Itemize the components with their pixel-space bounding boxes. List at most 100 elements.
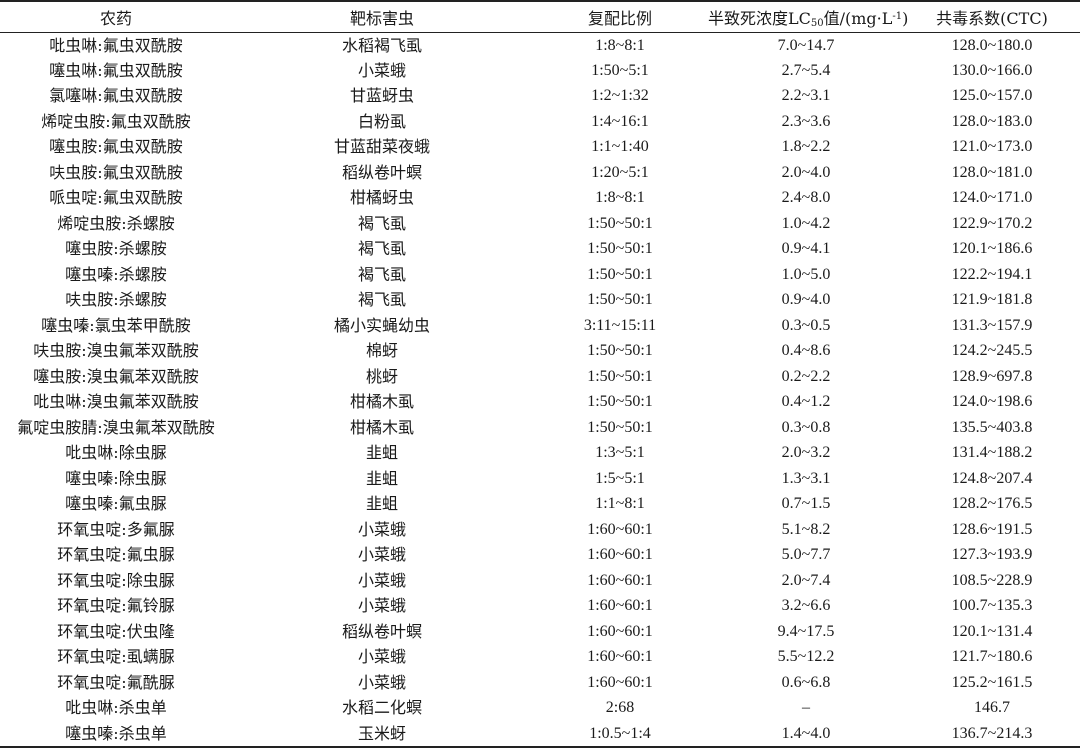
- cell-ratio: 1:0.5~1:4: [589, 724, 651, 742]
- cell-ctc: 128.0~183.0: [951, 112, 1033, 130]
- cell-pesticide: 噻虫嗪:氯虫苯甲酰胺: [41, 315, 191, 335]
- cell-target: 水稻二化螟: [341, 698, 422, 718]
- cell-ctc: 122.2~194.1: [951, 265, 1033, 283]
- table-row: 环氧虫啶:伏虫隆 稻纵卷叶螟 1:60~60:1 9.4~17.5 120.1~131.…: [0, 619, 1080, 645]
- table-body: 吡虫啉:氟虫双酰胺 水稻褐飞虱 1:8~8:1 7.0~14.7 128.0~180.0…: [0, 32, 1080, 747]
- cell-target: 桃蚜: [365, 366, 398, 386]
- cell-pesticide: 环氧虫啶:伏虫隆: [57, 621, 175, 641]
- cell-lc50: 1.0~5.0: [781, 265, 831, 283]
- cell-ratio: 3:11~15:11: [583, 316, 657, 334]
- cell-ctc: 124.0~198.6: [951, 393, 1033, 411]
- cell-pesticide: 氟啶虫胺腈:溴虫氟苯双酰胺: [17, 417, 215, 437]
- cell-target: 小菜蛾: [357, 596, 406, 616]
- cell-ctc: 128.9~697.8: [951, 367, 1033, 385]
- cell-ratio: 1:50~50:1: [587, 342, 653, 360]
- table-row: 烯啶虫胺:杀螺胺 褐飞虱 1:50~50:1 1.0~4.2 122.9~170.2: [0, 211, 1080, 237]
- cell-target: 稻纵卷叶螟: [341, 621, 422, 641]
- cell-pesticide: 吡虫啉:杀虫单: [65, 698, 167, 718]
- table-row: 噻虫嗪:除虫脲 韭蛆 1:5~5:1 1.3~3.1 124.8~207.4: [0, 466, 1080, 492]
- cell-lc50: 9.4~17.5: [777, 622, 835, 640]
- cell-lc50: 0.2~2.2: [781, 367, 831, 385]
- header-ctc: 共毒系数(CTC): [936, 8, 1048, 28]
- cell-pesticide: 环氧虫啶:氟虫脲: [57, 545, 175, 565]
- table-row: 呋虫胺:氟虫双酰胺 稻纵卷叶螟 1:20~5:1 2.0~4.0 128.0~181.0: [0, 160, 1080, 186]
- header-pesticide: 农药: [99, 8, 132, 28]
- cell-ctc: 131.3~157.9: [951, 316, 1033, 334]
- cell-ctc: 128.0~180.0: [951, 36, 1033, 54]
- cell-lc50: 3.2~6.6: [781, 597, 831, 615]
- cell-pesticide: 呋虫胺:杀螺胺: [65, 290, 167, 310]
- cell-target: 褐飞虱: [357, 290, 406, 310]
- table-row: 噻虫胺:氟虫双酰胺 甘蓝甜菜夜蛾 1:1~1:40 1.8~2.2 121.0~173.…: [0, 134, 1080, 160]
- cell-target: 稻纵卷叶螟: [341, 162, 422, 182]
- cell-lc50: 2.0~7.4: [781, 571, 831, 589]
- cell-ctc: 120.1~131.4: [951, 622, 1033, 640]
- cell-lc50: 0.9~4.1: [781, 240, 831, 258]
- cell-target: 褐飞虱: [357, 264, 406, 284]
- cell-lc50: 2.3~3.6: [781, 112, 831, 130]
- cell-pesticide: 烯啶虫胺:杀螺胺: [57, 213, 175, 233]
- cell-ctc: 128.6~191.5: [951, 520, 1033, 538]
- cell-pesticide: 噻虫胺:杀螺胺: [65, 239, 167, 259]
- table-row: 噻虫嗪:氯虫苯甲酰胺 橘小实蝇幼虫 3:11~15:11 0.3~0.5 131.3~1…: [0, 313, 1080, 339]
- cell-ratio: 1:50~50:1: [587, 240, 653, 258]
- table-row: 呋虫胺:杀螺胺 褐飞虱 1:50~50:1 0.9~4.0 121.9~181.8: [0, 287, 1080, 313]
- table-row: 吡虫啉:氟虫双酰胺 水稻褐飞虱 1:8~8:1 7.0~14.7 128.0~180.0: [0, 32, 1080, 58]
- cell-lc50: 1.0~4.2: [781, 214, 831, 232]
- cell-target: 白粉虱: [357, 111, 406, 131]
- cell-ratio: 1:50~5:1: [591, 61, 649, 79]
- cell-ratio: 1:8~8:1: [595, 189, 645, 207]
- cell-ratio: 1:1~8:1: [595, 495, 645, 513]
- cell-pesticide: 吡虫啉:溴虫氟苯双酰胺: [33, 392, 199, 412]
- cell-target: 韭蛆: [365, 443, 398, 463]
- cell-ratio: 1:50~50:1: [587, 291, 653, 309]
- cell-ctc: 131.4~188.2: [951, 444, 1033, 462]
- cell-ratio: 1:4~16:1: [591, 112, 649, 130]
- cell-pesticide: 环氧虫啶:除虫脲: [57, 570, 175, 590]
- cell-lc50: 2.2~3.1: [781, 87, 831, 105]
- table-row: 烯啶虫胺:氟虫双酰胺 白粉虱 1:4~16:1 2.3~3.6 128.0~183.0: [0, 109, 1080, 135]
- cell-ctc: 124.0~171.0: [951, 189, 1033, 207]
- cell-ctc: 125.2~161.5: [951, 673, 1033, 691]
- cell-ratio: 1:20~5:1: [591, 163, 649, 181]
- table-row: 环氧虫啶:氟虫脲 小菜蛾 1:60~60:1 5.0~7.7 127.3~193.9: [0, 542, 1080, 568]
- cell-ctc: 146.7: [974, 699, 1010, 717]
- table-row: 噻虫嗪:氟虫脲 韭蛆 1:1~8:1 0.7~1.5 128.2~176.5: [0, 491, 1080, 517]
- cell-ratio: 1:60~60:1: [587, 571, 653, 589]
- cell-ctc: 128.2~176.5: [951, 495, 1033, 513]
- table-row: 氟啶虫胺腈:溴虫氟苯双酰胺 柑橘木虱 1:50~50:1 0.3~0.8 135.5~4…: [0, 415, 1080, 441]
- cell-ratio: 1:2~1:32: [591, 87, 649, 105]
- header-ratio: 复配比例: [587, 8, 652, 28]
- cell-pesticide: 噻虫嗪:氟虫脲: [65, 494, 167, 514]
- cell-lc50: –: [802, 699, 810, 717]
- cell-lc50: 0.9~4.0: [781, 291, 831, 309]
- cell-ratio: 1:3~5:1: [595, 444, 645, 462]
- cell-lc50: 1.8~2.2: [781, 138, 831, 156]
- table-row: 吡虫啉:除虫脲 韭蛆 1:3~5:1 2.0~3.2 131.4~188.2: [0, 440, 1080, 466]
- table-row: 呋虫胺:溴虫氟苯双酰胺 棉蚜 1:50~50:1 0.4~8.6 124.2~245.5: [0, 338, 1080, 364]
- cell-pesticide: 呋虫胺:氟虫双酰胺: [49, 162, 183, 182]
- cell-ratio: 1:50~50:1: [587, 393, 653, 411]
- cell-pesticide: 噻虫嗪:杀螺胺: [65, 264, 167, 284]
- cell-ctc: 136.7~214.3: [951, 724, 1033, 742]
- table-row: 环氧虫啶:多氟脲 小菜蛾 1:60~60:1 5.1~8.2 128.6~191.5: [0, 517, 1080, 543]
- cell-target: 小菜蛾: [357, 647, 406, 667]
- cell-pesticide: 吡虫啉:氟虫双酰胺: [49, 35, 183, 55]
- cell-lc50: 0.3~0.8: [781, 418, 831, 436]
- cell-pesticide: 哌虫啶:氟虫双酰胺: [49, 188, 183, 208]
- cell-lc50: 7.0~14.7: [777, 36, 835, 54]
- cell-ctc: 122.9~170.2: [951, 214, 1033, 232]
- header-lc50-suffix: ): [902, 8, 909, 28]
- cell-ratio: 1:50~50:1: [587, 418, 653, 436]
- cell-target: 小菜蛾: [357, 60, 406, 80]
- cell-ctc: 125.0~157.0: [951, 87, 1033, 105]
- table-row: 噻虫嗪:杀螺胺 褐飞虱 1:50~50:1 1.0~5.0 122.2~194.1: [0, 262, 1080, 288]
- cell-target: 水稻褐飞虱: [341, 35, 422, 55]
- cell-lc50: 0.6~6.8: [781, 673, 831, 691]
- cell-target: 柑橘木虱: [349, 392, 414, 412]
- cell-ctc: 121.0~173.0: [951, 138, 1033, 156]
- cell-target: 褐飞虱: [357, 239, 406, 259]
- data-table-container: 农药 靶标害虫 复配比例 半致死浓度LC50值/(mg·L-1) 共毒系数(CT…: [0, 0, 1080, 749]
- cell-pesticide: 噻虫啉:氟虫双酰胺: [49, 60, 183, 80]
- cell-lc50: 5.1~8.2: [781, 520, 831, 538]
